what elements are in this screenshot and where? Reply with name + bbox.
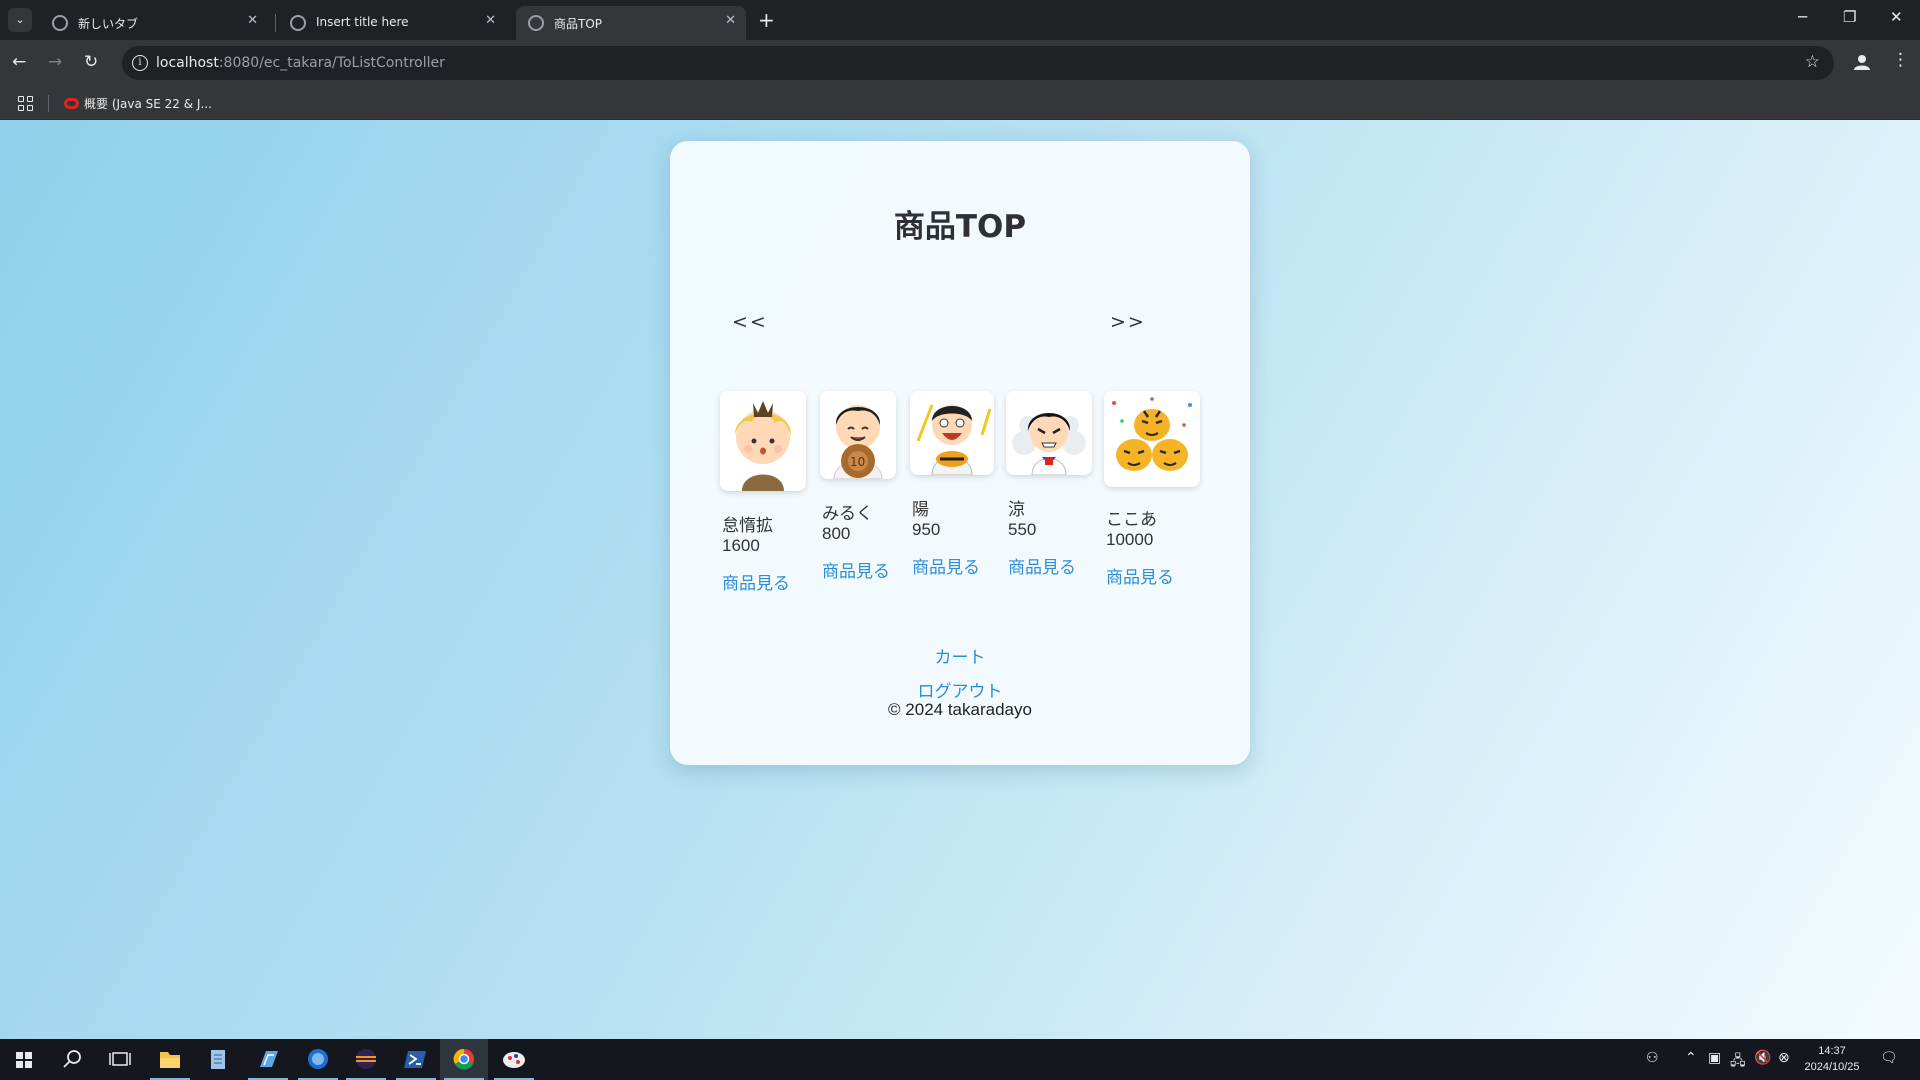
- clock-time: 14:37: [1818, 1045, 1846, 1057]
- page-viewport: 商品TOP << >> 怠惰拡 1600 商品見る 10 みるく 800 商品見…: [0, 120, 1920, 1039]
- chrome-icon: [52, 15, 68, 31]
- tab-search-button[interactable]: ⌄: [8, 8, 32, 32]
- cart-link[interactable]: カート: [670, 643, 1250, 668]
- people-icon[interactable]: ⚇: [1646, 1050, 1659, 1066]
- new-tab-button[interactable]: +: [758, 8, 775, 32]
- chrome-taskbar-icon[interactable]: [440, 1039, 488, 1080]
- tab-title: 商品TOP: [554, 17, 603, 31]
- view-product-link[interactable]: 商品見る: [722, 569, 790, 594]
- url-host: localhost: [156, 55, 219, 71]
- product-name: 怠惰拡: [722, 516, 773, 535]
- copyright-text: © 2024 takaradayo: [888, 700, 1032, 719]
- eclipse-icon[interactable]: [342, 1039, 390, 1080]
- product-price: 1600: [722, 536, 760, 555]
- minimize-icon[interactable]: ─: [1798, 8, 1807, 26]
- search-icon[interactable]: [48, 1039, 96, 1080]
- status-x-icon[interactable]: ⊗: [1778, 1050, 1790, 1066]
- product-name: 陽: [912, 500, 929, 519]
- bookmark-star-icon[interactable]: ☆: [1805, 52, 1820, 72]
- close-icon[interactable]: ✕: [725, 13, 736, 28]
- reload-icon[interactable]: ↻: [84, 52, 98, 72]
- tab-new-tab[interactable]: 新しいタブ ✕: [40, 6, 268, 40]
- globe-icon: [528, 15, 544, 31]
- view-product-link[interactable]: 商品見る: [912, 553, 980, 578]
- profile-icon[interactable]: [1852, 52, 1872, 72]
- notification-icon[interactable]: 🗨: [1880, 1050, 1898, 1066]
- clock-date: 2024/10/25: [1804, 1061, 1860, 1073]
- file-explorer-icon[interactable]: [146, 1039, 194, 1080]
- more-menu-icon[interactable]: ⋮: [1892, 50, 1909, 70]
- site-info-icon[interactable]: i: [132, 55, 148, 71]
- angry-cook-illustration: [1006, 391, 1092, 475]
- tab-separator: [275, 14, 276, 32]
- blond-boy-illustration: [720, 391, 806, 491]
- editor-icon[interactable]: [244, 1039, 292, 1080]
- tigers-illustration: [1104, 391, 1200, 487]
- prev-page-link[interactable]: <<: [732, 311, 768, 333]
- fan-cheering-illustration: [910, 391, 994, 475]
- bookmark-separator: [48, 95, 49, 112]
- view-product-link[interactable]: 商品見る: [1106, 563, 1174, 588]
- page-title: 商品TOP: [893, 209, 1027, 245]
- close-window-icon[interactable]: ✕: [1890, 8, 1903, 26]
- view-product-link[interactable]: 商品見る: [822, 557, 890, 582]
- browser-toolbar: ← → ↻ i localhost:8080/ec_takara/ToListC…: [0, 40, 1920, 87]
- start-button[interactable]: [0, 1039, 48, 1080]
- task-view-icon[interactable]: [96, 1039, 144, 1080]
- url-path: :8080/ec_takara/ToListController: [218, 55, 445, 71]
- bookmark-java-se[interactable]: 概要 (Java SE 22 & J...: [64, 95, 212, 112]
- notepad-icon[interactable]: [194, 1039, 242, 1080]
- next-page-link[interactable]: >>: [1110, 311, 1146, 333]
- product-name: 涼: [1008, 500, 1025, 519]
- view-product-link[interactable]: 商品見る: [1008, 553, 1076, 578]
- bookmark-label: 概要 (Java SE 22 & J...: [84, 97, 212, 111]
- product-price: 800: [822, 524, 851, 543]
- apps-grid-icon[interactable]: [18, 96, 33, 111]
- product-price: 950: [912, 520, 941, 539]
- taskbar-clock[interactable]: 14:37 2024/10/25: [1796, 1043, 1868, 1075]
- bookmarks-bar: 概要 (Java SE 22 & J...: [0, 87, 1920, 120]
- product-name: みるく: [822, 504, 873, 523]
- product-price: 10000: [1106, 530, 1154, 549]
- url-text[interactable]: localhost:8080/ec_takara/ToListControlle…: [156, 55, 445, 71]
- tab-title: Insert title here: [316, 15, 409, 29]
- thunderbird-icon[interactable]: [294, 1039, 342, 1080]
- product-price: 550: [1008, 520, 1037, 539]
- tab-title: 新しいタブ: [78, 17, 139, 31]
- back-icon[interactable]: ←: [12, 52, 26, 72]
- network-icon[interactable]: 🖧: [1730, 1050, 1746, 1074]
- tab-product-top[interactable]: 商品TOP ✕: [516, 6, 746, 40]
- powershell-icon[interactable]: [392, 1039, 440, 1080]
- address-bar[interactable]: i localhost:8080/ec_takara/ToListControl…: [122, 46, 1834, 80]
- volume-muted-icon[interactable]: 🔇: [1754, 1050, 1771, 1066]
- close-icon[interactable]: ✕: [485, 13, 496, 28]
- oracle-icon: [64, 98, 79, 109]
- main-card: 商品TOP << >> 怠惰拡 1600 商品見る 10 みるく 800 商品見…: [670, 141, 1250, 765]
- tab-strip: ⌄ 新しいタブ ✕ Insert title here ✕ 商品TOP ✕ + …: [0, 0, 1920, 40]
- chevron-up-icon[interactable]: ⌃: [1685, 1050, 1697, 1066]
- product-name: ここあ: [1106, 510, 1157, 529]
- close-icon[interactable]: ✕: [247, 13, 258, 28]
- globe-icon: [290, 15, 306, 31]
- restore-icon[interactable]: ❐: [1843, 8, 1856, 26]
- paint-app-icon[interactable]: [490, 1039, 538, 1080]
- windows-taskbar: ⚇ ⌃ ▣ 🖧 🔇 ⊗ 14:37 2024/10/25 🗨: [0, 1039, 1920, 1080]
- svg-text:10: 10: [850, 455, 865, 469]
- security-icon[interactable]: ▣: [1708, 1050, 1721, 1066]
- tab-insert-title[interactable]: Insert title here ✕: [278, 6, 506, 40]
- forward-icon[interactable]: →: [48, 52, 62, 72]
- baseball-boy-illustration: 10: [820, 391, 896, 479]
- logout-link[interactable]: ログアウト: [670, 677, 1250, 702]
